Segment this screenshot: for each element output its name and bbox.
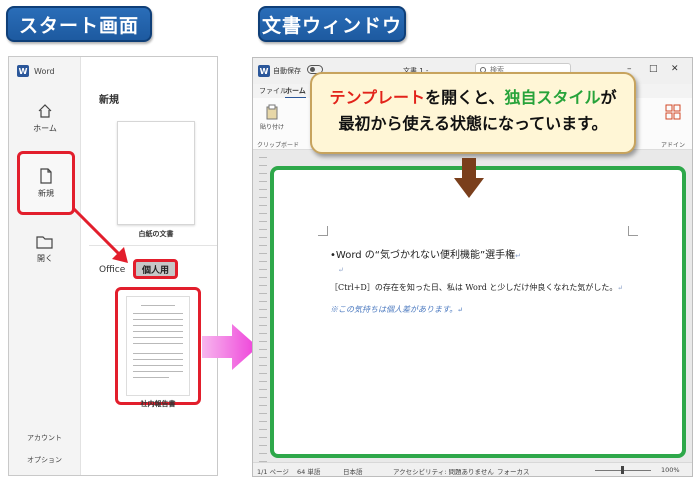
template-report-caption: 社内報告書 bbox=[140, 400, 176, 408]
callout-line-2: 最初から使える状態になっています。 bbox=[338, 114, 608, 133]
callout-text: を開くと、 bbox=[425, 88, 505, 107]
preview-line bbox=[133, 331, 183, 332]
red-pointer-arrow bbox=[72, 207, 128, 263]
zoom-level[interactable]: 100% bbox=[661, 466, 680, 474]
clipboard-group-label: クリップボード bbox=[257, 142, 300, 149]
maximize-icon[interactable]: □ bbox=[649, 64, 658, 74]
nav-new-label: 新規 bbox=[38, 189, 54, 198]
crop-mark bbox=[628, 226, 638, 236]
document-body: ［Ctrl+D］の存在を知った日、私は Word と少しだけ仲良くなれた気がした… bbox=[330, 282, 623, 293]
preview-line bbox=[133, 353, 183, 354]
paste-button[interactable]: 貼り付け bbox=[259, 104, 285, 131]
vertical-ruler bbox=[259, 150, 267, 462]
preview-line bbox=[141, 305, 175, 306]
document-heading-text: Word の“気づかれない便利機能”選手権 bbox=[335, 250, 516, 261]
template-report-thumbnail[interactable] bbox=[115, 287, 201, 405]
new-document-icon bbox=[40, 168, 52, 184]
return-mark: ↵ bbox=[338, 266, 344, 274]
tab-personal-label: 個人用 bbox=[142, 265, 170, 276]
document-note: ※この気持ちは個人差があります。↵ bbox=[330, 304, 463, 315]
nav-options-label: オプション bbox=[27, 456, 62, 464]
return-mark: ↵ bbox=[617, 284, 624, 292]
down-arrow-icon bbox=[454, 158, 484, 198]
callout-style-text: 独自スタイル bbox=[504, 88, 601, 107]
folder-icon bbox=[36, 236, 53, 249]
nav-open-label: 開く bbox=[37, 254, 53, 263]
status-bar: 1/1 ページ 64 単語 日本語 アクセシビリティ: 問題ありません フォーカ… bbox=[253, 462, 692, 476]
preview-line bbox=[133, 343, 183, 344]
addin-group-label: アドイン bbox=[661, 142, 686, 149]
nav-options[interactable]: オプション bbox=[27, 455, 62, 465]
return-mark: ↵ bbox=[515, 252, 522, 260]
zoom-slider-thumb[interactable] bbox=[621, 466, 624, 474]
new-section-title: 新規 bbox=[99, 95, 119, 106]
app-title: W Word bbox=[17, 65, 55, 77]
clipboard-icon bbox=[266, 104, 278, 120]
nav-account[interactable]: アカウント bbox=[27, 433, 62, 443]
preview-line bbox=[133, 325, 183, 326]
start-screen-label-text: スタート画面 bbox=[18, 14, 139, 37]
callout-text: が bbox=[600, 88, 617, 107]
paste-label: 貼り付け bbox=[259, 124, 284, 131]
document-window-label: 文書ウィンドウ bbox=[258, 6, 406, 42]
preview-line bbox=[133, 377, 169, 378]
preview-line bbox=[133, 371, 183, 372]
return-mark: ↵ bbox=[457, 306, 464, 314]
start-screen-label: スタート画面 bbox=[6, 6, 152, 42]
preview-line bbox=[133, 365, 183, 366]
callout-template-text: テンプレート bbox=[329, 88, 426, 107]
word-logo-icon: W bbox=[258, 65, 270, 77]
nav-new[interactable]: 新規 bbox=[17, 151, 75, 215]
addin-button[interactable] bbox=[659, 104, 687, 122]
autosave-label: 自動保存 bbox=[273, 67, 301, 75]
preview-line bbox=[133, 359, 183, 360]
document-heading: •Word の“気づかれない便利機能”選手権↵ bbox=[330, 250, 522, 261]
word-logo-icon: W bbox=[17, 65, 29, 77]
status-page[interactable]: 1/1 ページ bbox=[257, 466, 289, 476]
app-name: Word bbox=[34, 66, 55, 76]
tab-file[interactable]: ファイル bbox=[259, 86, 287, 96]
crop-mark bbox=[318, 226, 328, 236]
status-accessibility[interactable]: アクセシビリティ: 問題ありません bbox=[393, 466, 494, 476]
preview-line bbox=[133, 337, 183, 338]
explanation-callout: テンプレートを開くと、独自スタイルが 最初から使える状態になっています。 bbox=[310, 72, 636, 154]
close-icon[interactable]: ✕ bbox=[671, 64, 679, 74]
focus-button[interactable]: フォーカス bbox=[497, 466, 530, 476]
pink-transition-arrow bbox=[202, 324, 258, 370]
addin-icon bbox=[665, 104, 681, 120]
preview-line bbox=[133, 319, 183, 320]
document-note-text: ※この気持ちは個人差があります。 bbox=[330, 305, 458, 314]
document-window-label-text: 文書ウィンドウ bbox=[261, 14, 402, 37]
template-page-preview bbox=[126, 296, 190, 396]
document-page[interactable]: •Word の“気づかれない便利機能”選手権↵ ↵ ［Ctrl+D］の存在を知っ… bbox=[270, 166, 686, 458]
callout-line-1: テンプレートを開くと、独自スタイルが bbox=[324, 85, 622, 111]
status-language[interactable]: 日本語 bbox=[343, 466, 363, 476]
status-words[interactable]: 64 単語 bbox=[297, 466, 320, 476]
document-body-text: ［Ctrl+D］の存在を知った日、私は Word と少しだけ仲良くなれた気がした… bbox=[330, 283, 618, 292]
home-icon bbox=[38, 104, 52, 118]
nav-account-label: アカウント bbox=[27, 434, 62, 442]
preview-line bbox=[133, 313, 183, 314]
nav-home-label: ホーム bbox=[33, 124, 57, 133]
nav-home[interactable]: ホーム bbox=[9, 103, 81, 134]
